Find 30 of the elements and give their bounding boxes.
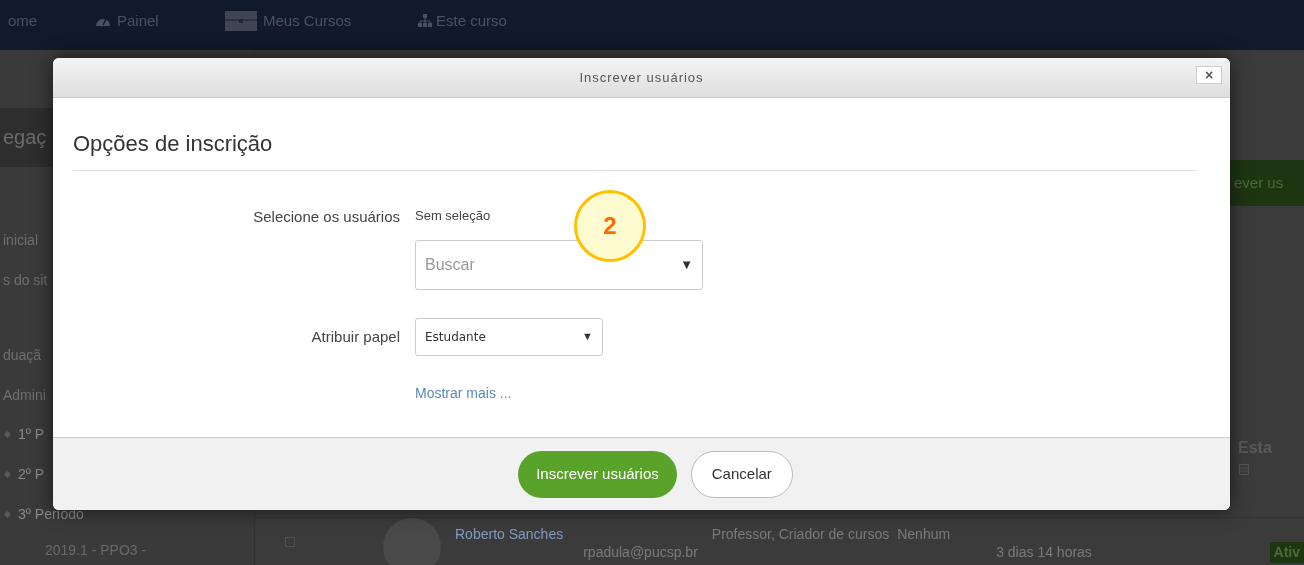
close-button[interactable]: ×	[1196, 66, 1222, 84]
nav-link[interactable]: Meus Cursos	[263, 10, 352, 33]
selection-status: Sem seleção	[415, 207, 491, 225]
avatar-icon	[383, 518, 441, 565]
show-more-link[interactable]: Mostrar mais ...	[415, 382, 1210, 404]
cancel-button[interactable]: Cancelar	[690, 450, 793, 498]
table-icon	[1239, 464, 1249, 475]
briefcase-icon	[225, 11, 257, 32]
role-select[interactable]: Estudante ▼	[415, 317, 603, 356]
field-label: Atribuir papel	[310, 326, 400, 347]
sidebar-item[interactable]: 2º P	[18, 464, 45, 486]
nav-link[interactable]: Este curso	[436, 10, 507, 33]
user-name-link[interactable]: Roberto Sanches	[455, 524, 564, 545]
caret-icon	[3, 511, 12, 519]
dropdown-arrow: ▼	[680, 255, 693, 274]
user-search-dropdown[interactable]: Buscar ▼	[415, 239, 703, 290]
sitemap-icon	[418, 14, 432, 29]
table-cell-text: 3 dias 14 horas	[996, 543, 1092, 562]
caret-icon	[3, 431, 12, 439]
caret-icon	[3, 471, 12, 479]
sidebar-item[interactable]: 1º P	[18, 424, 45, 446]
nav-link[interactable]: ome	[8, 10, 38, 33]
dropdown-arrow: ▼	[582, 329, 593, 345]
field-label: Selecione os usuários	[252, 207, 400, 227]
enrol-users-button[interactable]: Inscrever usuários	[518, 450, 677, 498]
table-cell-text: Professor, Criador de cursos	[711, 525, 890, 544]
table-cell-text: rpadula@pucsp.br	[583, 543, 698, 562]
nav-link[interactable]: Painel	[117, 10, 159, 33]
table-cell-text: Nenhum	[897, 525, 951, 544]
dialog-title: Inscrever usuários	[579, 68, 704, 87]
